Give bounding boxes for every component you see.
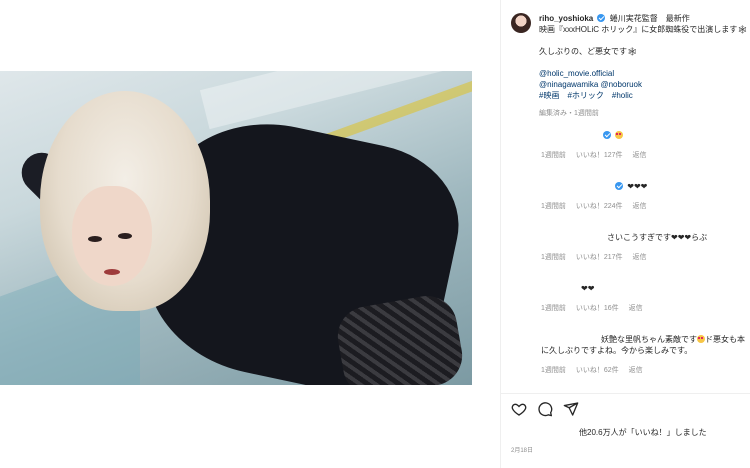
action-bar bbox=[511, 401, 579, 417]
caption: riho_yoshioka 蜷川実花監督 最新作 映画『xxxHOLiC ホリッ… bbox=[539, 13, 750, 119]
comment-text: 妖艶な里帆ちゃん素敵です bbox=[601, 335, 697, 344]
comment-likes[interactable]: いいね！16件 bbox=[576, 305, 619, 312]
comment-time[interactable]: 1週間前 bbox=[541, 152, 566, 159]
mention-link-1[interactable]: @holic_movie.official bbox=[539, 68, 750, 79]
comment-likes[interactable]: いいね！224件 bbox=[576, 203, 623, 210]
comment-likes[interactable]: いいね！62件 bbox=[576, 367, 619, 374]
reply-button[interactable]: 返信 bbox=[633, 254, 647, 261]
heart-eyes-emoji-icon bbox=[615, 131, 624, 139]
hashtag-links[interactable]: #映画 #ホリック #holic bbox=[539, 90, 750, 101]
comment-icon[interactable] bbox=[537, 401, 553, 417]
caption-line3: 久しぶりの、ど悪女です🕸 bbox=[539, 47, 638, 56]
comment-likes[interactable]: いいね！127件 bbox=[576, 152, 623, 159]
comment-likes[interactable]: いいね！217件 bbox=[576, 254, 623, 261]
share-icon[interactable] bbox=[563, 401, 579, 417]
comment-time[interactable]: 1週間前 bbox=[541, 367, 566, 374]
comment-text: さいこうすぎです❤❤❤らぶ bbox=[607, 233, 708, 242]
caption-line2: 映画『xxxHOLiC ホリック』に女郎蜘蛛役で出演します🕸 bbox=[539, 25, 748, 34]
reply-button[interactable]: 返信 bbox=[633, 152, 647, 159]
comment-item: 1週間前 いいね！127件 返信 bbox=[541, 130, 750, 160]
verified-icon bbox=[603, 131, 611, 139]
reply-button[interactable]: 返信 bbox=[629, 305, 643, 312]
heart-eyes-emoji-icon bbox=[697, 335, 705, 343]
verified-icon bbox=[597, 14, 606, 22]
heart-icon[interactable] bbox=[511, 401, 527, 417]
comment-pane: riho_yoshioka 蜷川実花監督 最新作 映画『xxxHOLiC ホリッ… bbox=[500, 0, 750, 468]
avatar[interactable] bbox=[511, 13, 531, 33]
comment-time[interactable]: 1週間前 bbox=[541, 254, 566, 261]
edited-meta: 編集済み・1週間前 bbox=[539, 110, 599, 117]
comment-item: ❤❤❤ 1週間前 いいね！224件 返信 bbox=[541, 181, 750, 211]
comment-time[interactable]: 1週間前 bbox=[541, 305, 566, 312]
username-link[interactable]: riho_yoshioka bbox=[539, 14, 593, 23]
divider bbox=[501, 393, 750, 394]
comment-text-cont: ド悪女も本 bbox=[705, 335, 745, 344]
comment-item: 妖艶な里帆ちゃん素敵です ド悪女も本 に久しぶりですよね。今から楽しみです。 1週… bbox=[541, 334, 750, 375]
caption-line1-suffix: 蜷川実花監督 最新作 bbox=[609, 14, 690, 23]
photo-pane bbox=[0, 0, 500, 468]
comment-text: ❤❤ bbox=[581, 284, 595, 293]
comment-time[interactable]: 1週間前 bbox=[541, 203, 566, 210]
comment-text-line2: に久しぶりですよね。今から楽しみです。 bbox=[541, 346, 693, 355]
comment-item: さいこうすぎです❤❤❤らぶ 1週間前 いいね！217件 返信 bbox=[541, 232, 750, 262]
verified-icon bbox=[615, 182, 623, 190]
mention-link-2[interactable]: @ninagawamika @noboruok bbox=[539, 79, 750, 90]
comment-item: ❤❤ 1週間前 いいね！16件 返信 bbox=[541, 283, 750, 313]
post-photo[interactable] bbox=[0, 71, 472, 385]
reply-button[interactable]: 返信 bbox=[629, 367, 643, 374]
post-date[interactable]: 2月18日 bbox=[511, 445, 533, 454]
comment-text: ❤❤❤ bbox=[627, 182, 648, 191]
likes-summary[interactable]: 他20.6万人が「いいね！」しました bbox=[579, 427, 707, 438]
reply-button[interactable]: 返信 bbox=[633, 203, 647, 210]
